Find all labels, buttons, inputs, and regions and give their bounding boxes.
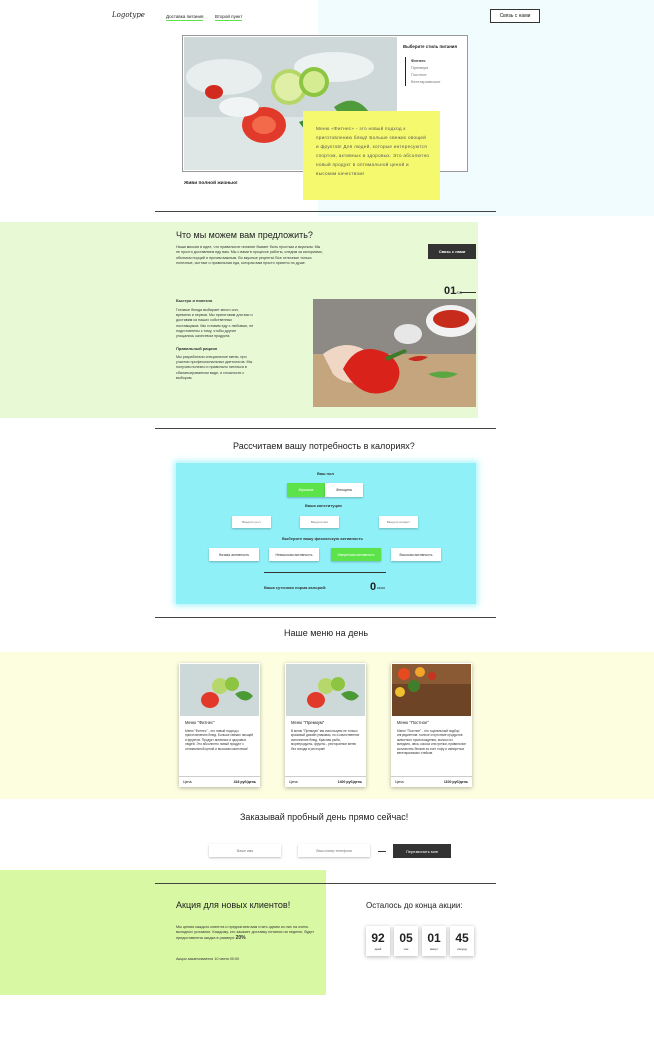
menu-card-fitness[interactable]: Меню "Фитнес" Меню "Фитнес" - это новый … [179, 663, 260, 787]
menu-card-price-label: Цена: [395, 780, 405, 784]
menu-card-title: Меню "Премиум" [291, 720, 325, 725]
menu-card-premium[interactable]: Меню "Премиум" В меню "Премиум" мы испол… [285, 663, 366, 787]
weight-input[interactable] [300, 516, 339, 528]
block2-title: Правильный рацион [176, 346, 218, 351]
height-input[interactable] [232, 516, 271, 528]
offer-intro: Наша миссия в идее, что правильное питан… [176, 245, 323, 266]
style-option-fitness[interactable]: Фитнес [411, 58, 426, 64]
order-title: Заказывай пробный день прямо сейчас! [240, 812, 409, 822]
timer-hours: 05 час [394, 926, 418, 956]
order-name-input[interactable] [209, 844, 281, 857]
style-option-lenten[interactable]: Постное [411, 72, 427, 78]
slide-arrow-line[interactable] [460, 292, 476, 293]
hero-tagline: Живи полной жизнью! [184, 181, 238, 186]
timer-days-value: 92 [371, 931, 385, 945]
menu-card-lenten[interactable]: Меню "Постное" Меню "Постное" - это тщат… [391, 663, 472, 787]
offer-title: Что мы можем вам предложить? [176, 230, 313, 240]
style-option-premium[interactable]: Премиум [411, 65, 428, 71]
divider-2 [155, 428, 496, 429]
timer-title: Осталось до конца акции: [366, 901, 463, 910]
menu-card-image [392, 664, 471, 716]
block2-text: Мы разработали специальное меню, при уча… [176, 355, 253, 380]
menu-card-image [180, 664, 259, 716]
block1-title: Быстро и полезно [176, 298, 213, 303]
hero-note-text: Меню «Фитнес» - это новый подход к приго… [316, 126, 430, 176]
order-phone-input[interactable] [298, 844, 370, 857]
gender-female-button[interactable]: Женщина [325, 483, 363, 497]
slide-number: 01/05 [444, 285, 462, 297]
timer-minutes-label: минут [429, 947, 439, 951]
timer-seconds-label: секунд [457, 947, 467, 951]
activity-label: Выберите вашу физическую активность [282, 536, 363, 541]
divider-4 [155, 883, 496, 884]
menu-card-price-label: Цена: [289, 780, 299, 784]
gender-male-button[interactable]: Мужчина [287, 483, 325, 497]
timer-hours-value: 05 [399, 931, 413, 945]
slide-current: 01 [444, 285, 457, 297]
header-contact-button[interactable]: Связь с нами [490, 9, 540, 23]
menu-card-footer: Цена: 1100 руб/день [391, 776, 472, 787]
activity-light-button[interactable]: Невысокая активность [269, 548, 319, 561]
menu-card-title: Меню "Фитнес" [185, 720, 215, 725]
menu-card-price: 1400 руб/день [337, 780, 362, 784]
activity-low-button[interactable]: Низкая активность [209, 548, 259, 561]
food-styles-title: Выберите стиль питания [403, 44, 457, 49]
offer-contact-button[interactable]: Связь с нами [428, 244, 476, 259]
timer-days: 92 дней [366, 926, 390, 956]
calc-result-line [264, 572, 386, 573]
menu-title: Наше меню на день [284, 628, 369, 638]
promo-deadline: Акция заканчивается 10 июня 00:00 [176, 957, 240, 961]
divider-3 [155, 617, 496, 618]
calc-result-unit: ккал [377, 585, 386, 590]
style-option-vegetarian[interactable]: Вегетарианское [411, 79, 441, 85]
timer-minutes: 01 минут [422, 926, 446, 956]
menu-card-price-label: Цена: [183, 780, 193, 784]
build-label: Ваша конституция [305, 503, 342, 508]
menu-card-price: 416 руб/день [233, 780, 256, 784]
calc-result-label: Ваша суточная норма калорий: [264, 585, 327, 590]
timer-minutes-value: 01 [427, 931, 441, 945]
nav-item-second[interactable]: Второй пункт [215, 13, 243, 21]
order-dash [378, 851, 386, 852]
activity-high-button[interactable]: Высокая активность [391, 548, 441, 561]
menu-card-footer: Цена: 1400 руб/день [285, 776, 366, 787]
menu-card-desc: Меню "Фитнес" - это новый подход к приго… [185, 729, 254, 751]
calc-title: Рассчитаем вашу потребность в калориях? [233, 441, 415, 451]
menu-card-footer: Цена: 416 руб/день [179, 776, 260, 787]
nav-item-delivery[interactable]: Доставка питания [166, 13, 204, 21]
menu-card-price: 1100 руб/день [443, 780, 468, 784]
timer-seconds-value: 45 [455, 931, 469, 945]
menu-card-title: Меню "Постное" [397, 720, 429, 725]
timer-seconds: 45 секунд [450, 926, 474, 956]
calc-result-value: 0 [370, 581, 377, 593]
menu-card-desc: В меню "Премиум" мы используем не только… [291, 729, 360, 751]
age-input[interactable] [379, 516, 418, 528]
promo-discount: 20% [235, 934, 246, 941]
gender-label: Ваш пол [317, 471, 334, 476]
order-callback-button[interactable]: Перезвонить мне [393, 844, 451, 858]
food-styles-divider [405, 57, 406, 86]
promo-text: Мы ценим каждого клиента и предлагаем ва… [176, 925, 321, 941]
timer-days-label: дней [374, 947, 382, 951]
promo-title: Акция для новых клиентов! [176, 900, 291, 910]
menu-card-desc: Меню "Постное" - это тщательный подбор и… [397, 729, 467, 756]
divider-1 [155, 211, 496, 212]
logo[interactable]: Logotype [112, 11, 145, 19]
block1-text: Готовые блюда выбирает много сил, времен… [176, 308, 254, 339]
offer-pepper-image [313, 299, 476, 407]
timer-hours-label: час [403, 947, 409, 951]
activity-medium-button[interactable]: Умеренная активность [331, 548, 381, 561]
menu-card-image [286, 664, 365, 716]
